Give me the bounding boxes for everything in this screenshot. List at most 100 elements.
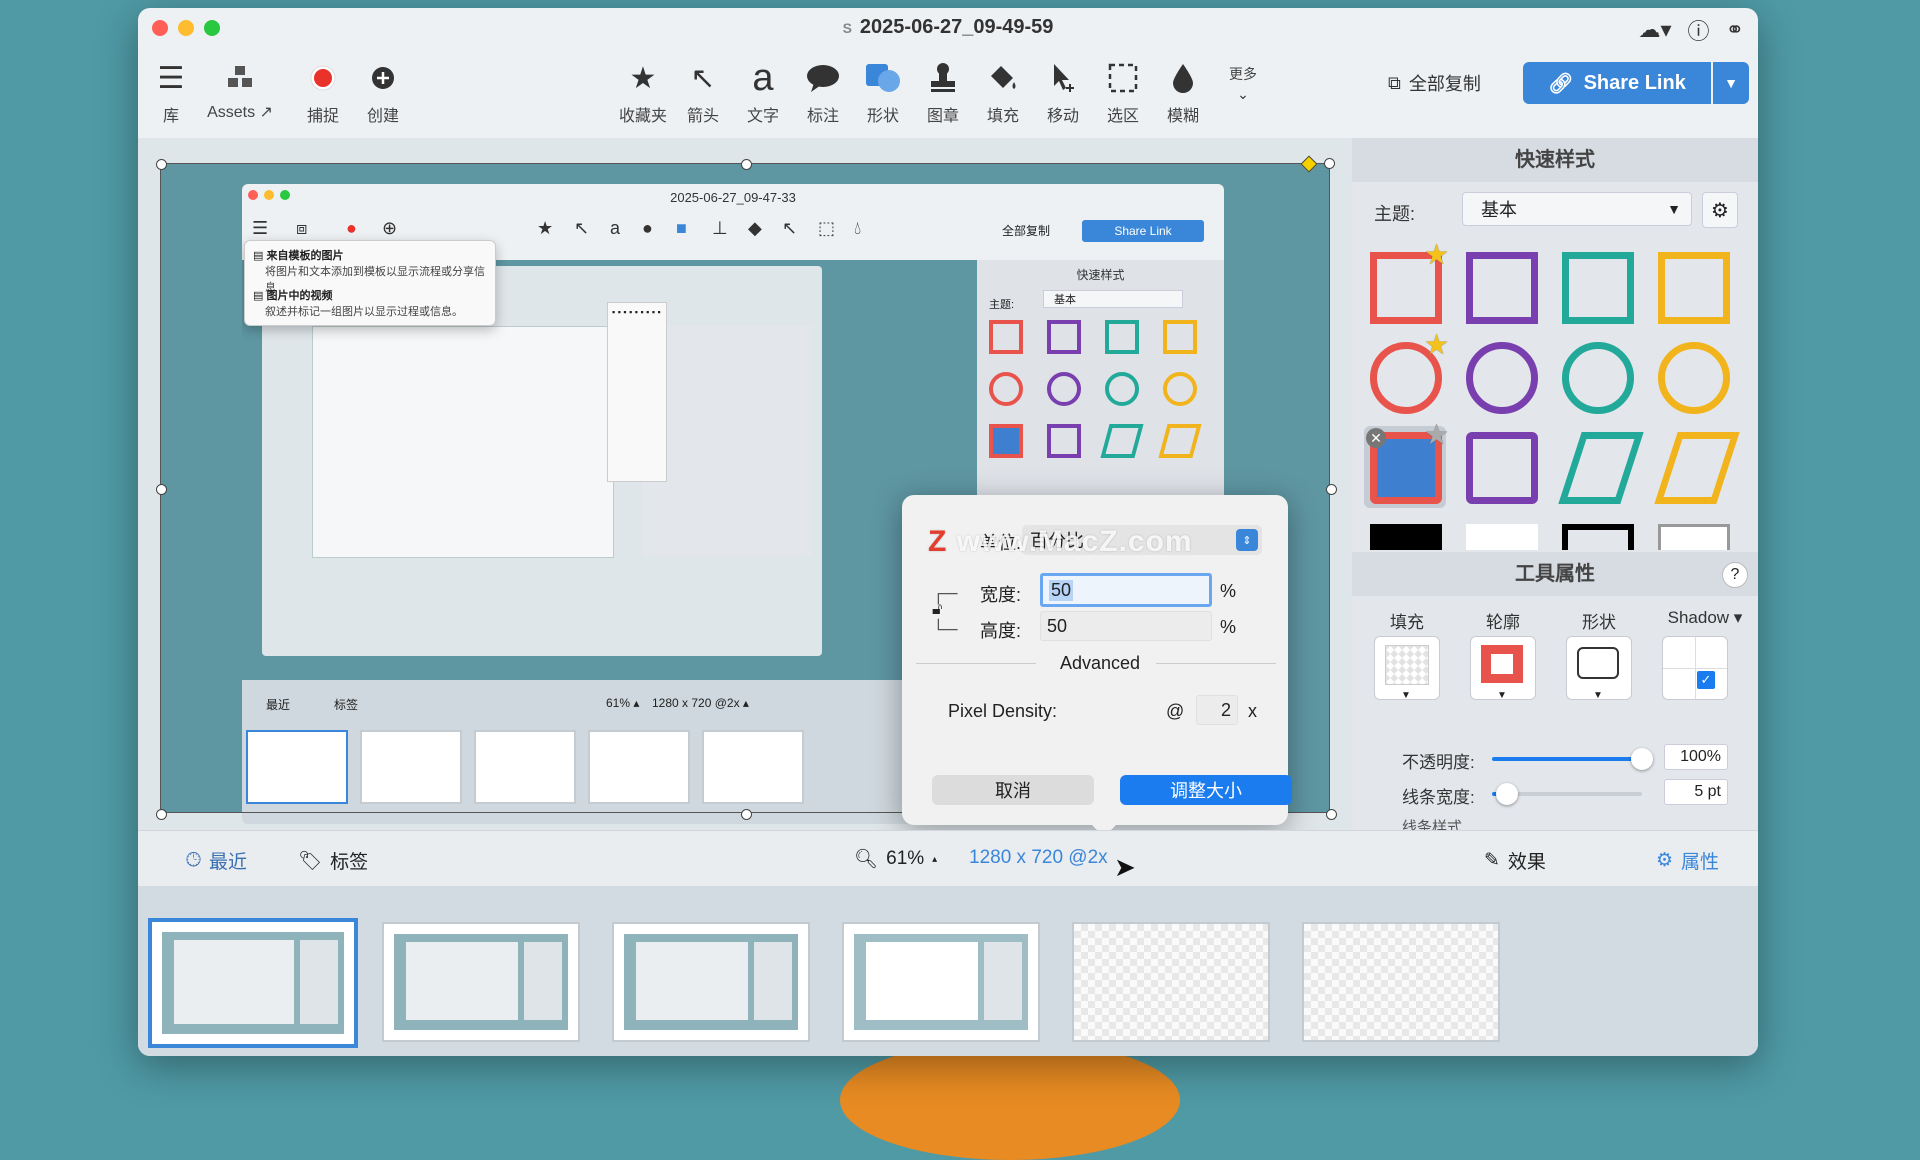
filmstrip-thumbnail[interactable] bbox=[148, 918, 358, 1048]
opacity-value-field[interactable]: 100% bbox=[1664, 744, 1728, 770]
resize-handle[interactable] bbox=[156, 484, 167, 495]
magnifier-icon: 🔍︎ bbox=[854, 849, 879, 870]
rounded-rect-icon bbox=[1577, 647, 1619, 679]
style-purple-circle[interactable] bbox=[1466, 342, 1538, 414]
opacity-slider-knob[interactable] bbox=[1631, 748, 1653, 770]
resize-handle[interactable] bbox=[741, 159, 752, 170]
shape-label: 形状 bbox=[1582, 613, 1616, 632]
width-unit: % bbox=[1220, 581, 1237, 601]
properties-button[interactable]: ⚙ 属性 bbox=[1656, 847, 1719, 874]
menu-icon: ☰ bbox=[157, 61, 185, 95]
cloud-sync-icon[interactable]: ☁▾ bbox=[1639, 17, 1672, 43]
style-teal-circle[interactable] bbox=[1562, 342, 1634, 414]
document-icon: S bbox=[842, 20, 852, 36]
tags-label: 标签 bbox=[330, 852, 369, 873]
background-orange-shape bbox=[840, 1040, 1180, 1160]
resize-handle[interactable] bbox=[156, 159, 167, 170]
style-gray-outline[interactable] bbox=[1658, 524, 1730, 550]
cancel-button[interactable]: 取消 bbox=[932, 775, 1094, 805]
style-purple-square[interactable] bbox=[1466, 252, 1538, 324]
title-bar: S 2025-06-27_09-49-59 ☁▾ ⓘ ⚭ bbox=[138, 8, 1758, 48]
share-link-button[interactable]: 🔗︎ Share Link bbox=[1523, 62, 1711, 104]
opacity-label: 不透明度: bbox=[1402, 753, 1475, 772]
style-teal-square[interactable] bbox=[1562, 252, 1634, 324]
style-yellow-square[interactable] bbox=[1658, 252, 1730, 324]
height-value: 50 bbox=[1047, 615, 1068, 636]
height-field[interactable]: 50 bbox=[1040, 611, 1212, 641]
opacity-slider[interactable] bbox=[1492, 748, 1653, 770]
status-bar: 🕒︎ 最近 🏷︎ 标签 🔍︎ 61% ▴ 1280 x 720 @2x ✎ 效果 ⚙ 属性 bbox=[138, 830, 1758, 887]
bracket-icon: └─ bbox=[932, 619, 958, 639]
copy-icon: ⧉ bbox=[1388, 72, 1401, 93]
tool-label: 文字 bbox=[746, 108, 779, 125]
style-white-fill[interactable] bbox=[1466, 524, 1538, 550]
more-icon: ⌄ bbox=[1237, 85, 1249, 102]
stroke-width-value-field[interactable]: 5 pt bbox=[1664, 779, 1728, 805]
lock-icon[interactable]: 🔓︎ bbox=[932, 601, 942, 619]
theme-settings-button[interactable]: ⚙ bbox=[1702, 192, 1738, 228]
image-size-button[interactable]: 1280 x 720 @2x bbox=[969, 847, 1108, 869]
share-dropdown-button[interactable]: ▼ bbox=[1713, 62, 1749, 104]
favorite-star-icon: ★ bbox=[1424, 239, 1450, 270]
stroke-width-value: 5 pt bbox=[1694, 783, 1721, 800]
stroke-width-slider-knob[interactable] bbox=[1496, 783, 1518, 805]
share-people-icon[interactable]: ⚭ bbox=[1726, 17, 1744, 43]
fill-label: 填充 bbox=[1390, 613, 1424, 632]
window-title: S 2025-06-27_09-49-59 bbox=[138, 16, 1758, 39]
copy-all-button[interactable]: ⧉ 全部复制 bbox=[1388, 70, 1481, 96]
zoom-control[interactable]: 🔍︎ 61% ▴ bbox=[854, 847, 937, 871]
outline-well[interactable]: ▼ bbox=[1470, 636, 1536, 701]
thumbnail-preview bbox=[854, 934, 1028, 1030]
style-purple-rounded[interactable] bbox=[1466, 432, 1538, 504]
tags-button[interactable]: 🏷︎ 标签 bbox=[298, 847, 368, 874]
resize-handle[interactable] bbox=[1326, 484, 1337, 495]
filmstrip-thumbnail[interactable] bbox=[842, 922, 1040, 1042]
outline-swatch bbox=[1481, 645, 1523, 683]
favorite-star-icon: ★ bbox=[1424, 329, 1450, 360]
width-field[interactable]: 50 bbox=[1040, 573, 1212, 607]
selection-icon bbox=[1107, 58, 1139, 98]
tool-more[interactable]: 更多 ⌄ bbox=[1208, 58, 1278, 104]
filmstrip-thumbnail[interactable] bbox=[382, 922, 580, 1042]
shadow-well[interactable]: ✓ bbox=[1662, 636, 1728, 700]
filmstrip-thumbnail-empty[interactable] bbox=[1072, 922, 1270, 1042]
resize-handle[interactable] bbox=[741, 809, 752, 820]
effects-button[interactable]: ✎ 效果 bbox=[1484, 847, 1546, 874]
chevron-updown-icon: ⇕ bbox=[1236, 529, 1258, 551]
resize-handle[interactable] bbox=[1324, 158, 1335, 169]
watermark: Z www.MacZ.com bbox=[928, 525, 1193, 559]
fill-icon bbox=[987, 58, 1019, 98]
tool-label: 收藏夹 bbox=[618, 108, 667, 125]
recent-button[interactable]: 🕒︎ 最近 bbox=[186, 847, 247, 874]
help-button[interactable]: ? bbox=[1722, 562, 1748, 588]
style-yellow-circle[interactable] bbox=[1658, 342, 1730, 414]
remove-style-icon[interactable]: ✕ bbox=[1366, 428, 1386, 448]
assets-button[interactable]: Assets ↗ bbox=[190, 58, 290, 122]
resize-handle[interactable] bbox=[156, 809, 167, 820]
filmstrip-thumbnail-empty[interactable] bbox=[1302, 922, 1500, 1042]
shape-well[interactable]: ▼ bbox=[1566, 636, 1632, 701]
style-black-fill[interactable] bbox=[1370, 524, 1442, 550]
fill-well[interactable]: ▼ bbox=[1374, 636, 1440, 701]
stroke-width-slider[interactable] bbox=[1492, 783, 1642, 805]
info-icon[interactable]: ⓘ bbox=[1688, 14, 1710, 46]
style-black-outline[interactable] bbox=[1562, 524, 1634, 550]
resize-handle[interactable] bbox=[1326, 809, 1337, 820]
create-button[interactable]: 创建 bbox=[348, 58, 418, 126]
mouse-pointer-icon: ➤ bbox=[1114, 852, 1136, 882]
assets-label: Assets ↗ bbox=[207, 104, 273, 121]
tool-label: 标注 bbox=[806, 108, 839, 125]
width-label: 宽度: bbox=[980, 585, 1022, 605]
theme-select[interactable]: 基本 ▼ bbox=[1462, 192, 1692, 226]
pixel-density-field[interactable]: 2 bbox=[1196, 695, 1238, 725]
tool-label: 图章 bbox=[926, 108, 959, 125]
style-teal-parallelogram[interactable] bbox=[1558, 432, 1644, 504]
theme-label: 主题: bbox=[1374, 204, 1416, 224]
height-unit: % bbox=[1220, 617, 1237, 637]
watermark-logo: Z bbox=[928, 525, 948, 558]
resize-button[interactable]: 调整大小 bbox=[1120, 775, 1292, 805]
pixel-density-at: @ bbox=[1166, 701, 1185, 721]
filmstrip-thumbnail[interactable] bbox=[612, 922, 810, 1042]
style-yellow-parallelogram[interactable] bbox=[1654, 432, 1740, 504]
gear-icon: ⚙ bbox=[1711, 199, 1729, 222]
